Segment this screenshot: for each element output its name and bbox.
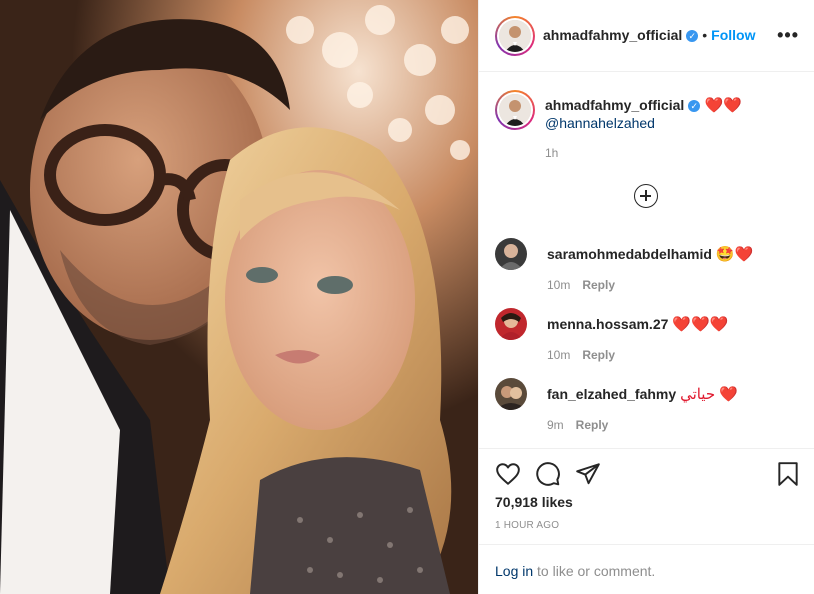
author-avatar[interactable] xyxy=(495,16,535,56)
comment-time[interactable]: 9m xyxy=(547,418,564,432)
bookmark-icon[interactable] xyxy=(775,461,801,487)
caption: ahmadfahmy_official ✓ ❤️❤️ xyxy=(545,96,742,115)
comment-item: menna.hossam.27 ❤️❤️❤️ 10m Reply xyxy=(495,308,805,362)
author-username[interactable]: ahmadfahmy_official xyxy=(543,27,682,43)
comment-text: 🤩❤️ xyxy=(715,246,754,263)
post-photo[interactable] xyxy=(0,0,478,594)
heart-icon[interactable] xyxy=(495,461,521,487)
follow-button[interactable]: Follow xyxy=(711,27,755,43)
post-actions: 70,918 likes 1 HOUR AGO xyxy=(479,448,814,544)
caption-time[interactable]: 1h xyxy=(545,146,558,160)
plus-circle-icon[interactable] xyxy=(634,184,658,208)
caption-author-avatar[interactable] xyxy=(495,90,535,130)
comment-username[interactable]: menna.hossam.27 xyxy=(547,316,668,332)
reply-button[interactable]: Reply xyxy=(582,348,615,362)
login-prompt-text: to like or comment. xyxy=(533,563,656,579)
verified-badge-icon: ✓ xyxy=(688,99,701,112)
post-header: ahmadfahmy_official ✓ • Follow ••• xyxy=(479,0,814,72)
more-options-icon[interactable]: ••• xyxy=(777,26,799,44)
comment-text: ❤️❤️❤️ xyxy=(672,316,729,333)
login-prompt: Log in to like or comment. xyxy=(479,544,814,594)
commenter-avatar[interactable] xyxy=(495,378,527,410)
caption-username[interactable]: ahmadfahmy_official xyxy=(545,97,684,113)
share-icon[interactable] xyxy=(575,461,601,487)
comment-icon[interactable] xyxy=(535,461,561,487)
login-link[interactable]: Log in xyxy=(495,563,533,579)
comment-username[interactable]: fan_elzahed_fahmy xyxy=(547,386,676,402)
comment-time[interactable]: 10m xyxy=(547,278,570,292)
comment-item: fan_elzahed_fahmy حياتي ❤️ 9m Reply xyxy=(495,378,805,432)
caption-mention[interactable]: @hannahelzahed xyxy=(545,115,655,131)
post-photo-art xyxy=(0,0,478,594)
post-panel: ahmadfahmy_official ✓ • Follow ••• ahmadfah… xyxy=(478,0,814,594)
comment-item: saramohmedabdelhamid 🤩❤️ 10m Reply xyxy=(495,238,805,292)
commenter-avatar[interactable] xyxy=(495,308,527,340)
comment-username[interactable]: saramohmedabdelhamid xyxy=(547,246,712,262)
caption-hearts: ❤️❤️ xyxy=(704,97,743,114)
separator-dot: • xyxy=(702,27,708,43)
reply-button[interactable]: Reply xyxy=(576,418,609,432)
likes-count[interactable]: 70,918 likes xyxy=(495,494,573,510)
verified-badge-icon: ✓ xyxy=(686,29,699,42)
commenter-avatar[interactable] xyxy=(495,238,527,270)
post-timestamp[interactable]: 1 HOUR AGO xyxy=(495,520,559,531)
comment-text: حياتي ❤️ xyxy=(680,386,738,403)
comment-time[interactable]: 10m xyxy=(547,348,570,362)
reply-button[interactable]: Reply xyxy=(582,278,615,292)
